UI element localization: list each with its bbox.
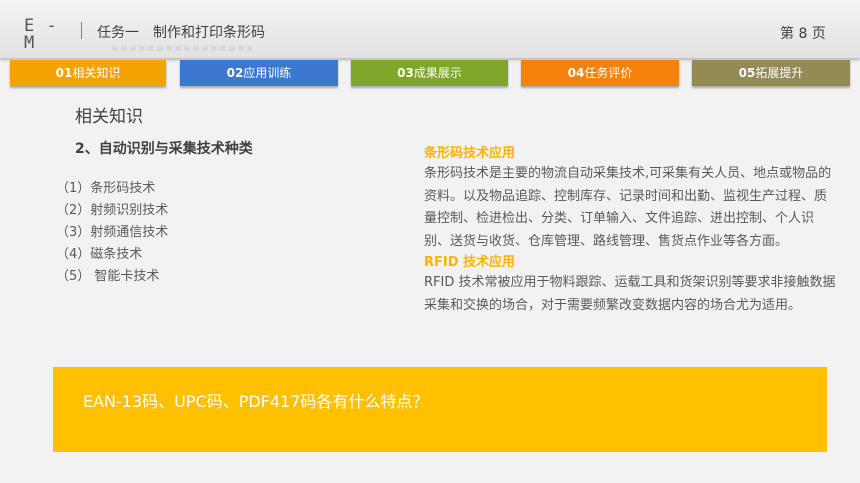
list-item: （5） 智能卡技术 bbox=[56, 269, 160, 284]
list-item: （4）磁条技术 bbox=[56, 247, 143, 262]
tab-label: 应用训练 bbox=[243, 66, 292, 80]
tab-related-knowledge[interactable]: 01相关知识 bbox=[10, 60, 166, 86]
barcode-application-text: 条形码技术是主要的物流自动采集技术,可采集有关人员、地点或物品的资料。以及物品追… bbox=[424, 166, 832, 249]
barcode-application-title: 条形码技术应用 bbox=[424, 146, 516, 161]
tab-number: 04 bbox=[567, 66, 585, 80]
page-number: 第 8 页 bbox=[780, 26, 826, 42]
header-bar: E - M 任务一 制作和打印条形码 第 8 页 bbox=[0, 0, 860, 58]
tab-results-showcase[interactable]: 03成果展示 bbox=[351, 60, 508, 86]
tab-number: 02 bbox=[226, 66, 244, 80]
tab-number: 03 bbox=[397, 66, 414, 80]
section-heading: 相关知识 bbox=[75, 107, 143, 127]
tab-label: 相关知识 bbox=[72, 66, 121, 80]
task-label: 任务一 bbox=[97, 25, 139, 41]
header-divider bbox=[81, 22, 82, 39]
tab-task-evaluation[interactable]: 04任务评价 bbox=[521, 60, 679, 86]
list-item: （1）条形码技术 bbox=[56, 181, 156, 196]
rfid-application-text: RFID 技术常被应用于物料跟踪、运载工具和货架识别等要求非接触数据采集和交换的… bbox=[424, 275, 836, 313]
subsection-heading: 2、自动识别与采集技术种类 bbox=[75, 141, 253, 157]
tab-number: 05 bbox=[738, 66, 756, 80]
applications-column: 条形码技术应用 条形码技术是主要的物流自动采集技术,可采集有关人员、地点或物品的… bbox=[424, 144, 836, 317]
tab-label: 成果展示 bbox=[413, 66, 462, 80]
lesson-title: 任务一 制作和打印条形码 bbox=[97, 24, 265, 42]
list-item: （2）射频识别技术 bbox=[56, 203, 169, 218]
tab-label: 任务评价 bbox=[584, 66, 633, 80]
technology-list: （1）条形码技术 （2）射频识别技术 （3）射频通信技术 （4）磁条技术 （5）… bbox=[56, 178, 168, 288]
callout-question: EAN-13码、UPC码、PDF417码各有什么特点？ bbox=[83, 392, 429, 411]
section-tabs: 01相关知识 02应用训练 03成果展示 04任务评价 05拓展提升 bbox=[0, 60, 860, 88]
list-item: （3）射频通信技术 bbox=[56, 225, 169, 240]
tab-number: 01 bbox=[55, 66, 73, 80]
tab-application-training[interactable]: 02应用训练 bbox=[180, 60, 338, 86]
task-title: 制作和打印条形码 bbox=[153, 25, 265, 41]
tab-label: 拓展提升 bbox=[755, 66, 804, 80]
tab-extension[interactable]: 05拓展提升 bbox=[692, 60, 850, 86]
course-logo: E - M bbox=[24, 18, 70, 58]
faded-subtitle-decoration bbox=[112, 46, 252, 51]
logo-line-2: M bbox=[24, 33, 36, 53]
question-callout: EAN-13码、UPC码、PDF417码各有什么特点？ bbox=[53, 367, 827, 452]
rfid-application-title: RFID 技术应用 bbox=[424, 255, 516, 270]
